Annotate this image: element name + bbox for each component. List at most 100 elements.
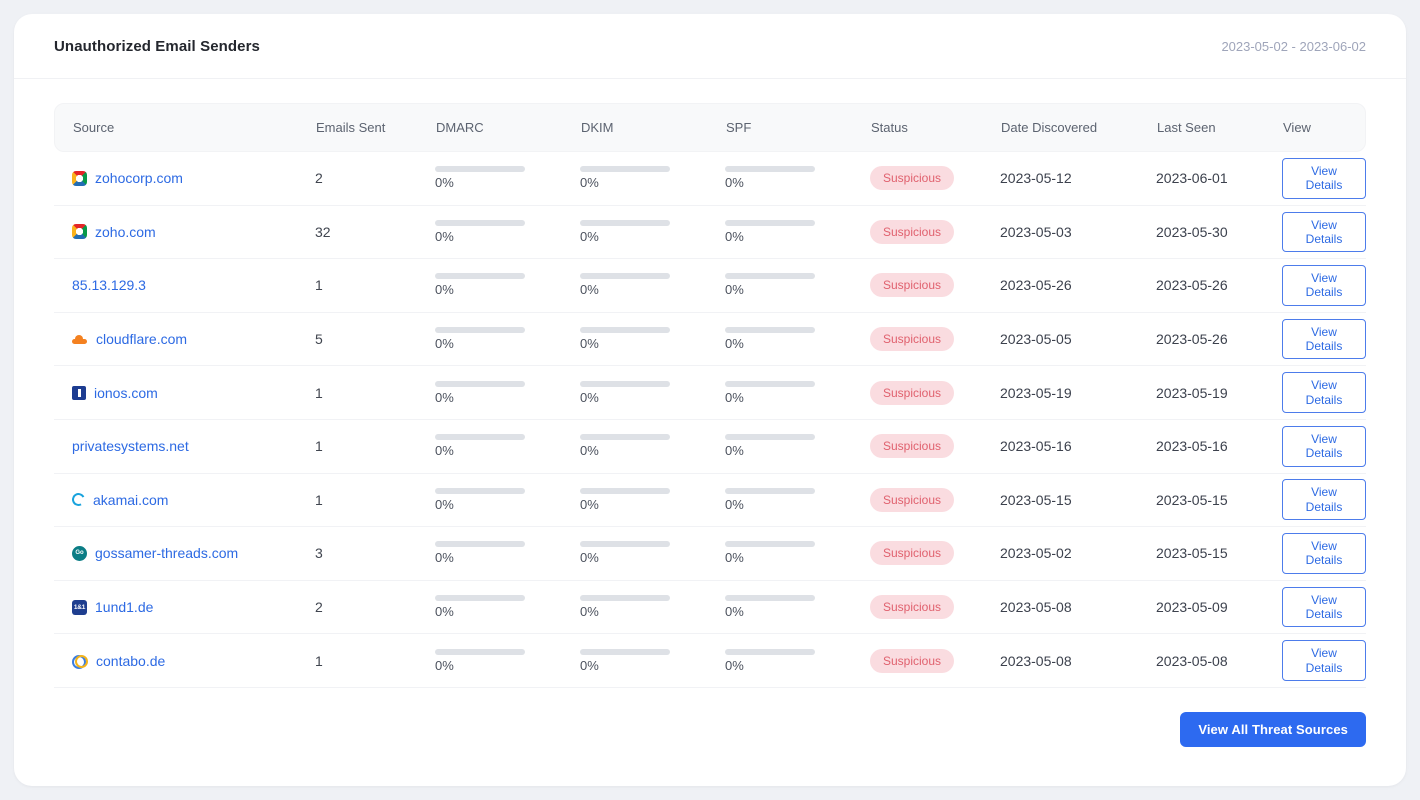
date-discovered-value: 2023-05-16 — [1000, 438, 1072, 455]
dmarc-meter-track — [435, 487, 525, 494]
table-row: zoho.com 32 0% 0% 0% Suspicious 2023-05-… — [54, 206, 1366, 260]
view-details-button[interactable]: View Details — [1282, 586, 1366, 628]
dmarc-meter-label: 0% — [435, 657, 454, 673]
last-seen-value: 2023-06-01 — [1156, 170, 1228, 187]
status-cell: Suspicious — [870, 434, 1000, 459]
date-discovered-value: 2023-05-02 — [1000, 545, 1072, 562]
status-badge: Suspicious — [870, 327, 955, 352]
last-seen-value: 2023-05-16 — [1156, 438, 1228, 455]
source-cell: privatesystems.net — [72, 438, 315, 454]
column-header-dkim: DKIM — [581, 120, 614, 135]
und1-icon: 1&1 — [72, 599, 87, 615]
column-header-spf: SPF — [726, 120, 752, 135]
table-row: 1&1 1und1.de 2 0% 0% 0% Suspicious 2023-… — [54, 581, 1366, 635]
view-cell: View Details — [1282, 425, 1366, 467]
source-link[interactable]: 1und1.de — [95, 599, 153, 615]
view-details-button[interactable]: View Details — [1282, 640, 1366, 682]
dkim-meter-track — [580, 595, 670, 602]
view-cell: View Details — [1282, 372, 1366, 414]
column-header-view: View — [1283, 120, 1311, 135]
source-link[interactable]: cloudflare.com — [96, 331, 187, 347]
source-link[interactable]: contabo.de — [96, 653, 165, 669]
spf-meter-label: 0% — [725, 496, 744, 512]
view-details-button[interactable]: View Details — [1282, 425, 1366, 467]
dkim-meter-track — [580, 166, 670, 173]
view-details-button[interactable]: View Details — [1282, 318, 1366, 360]
emails-sent-value: 1 — [315, 652, 323, 669]
dmarc-meter-track — [435, 327, 525, 334]
dkim-meter-track — [580, 273, 670, 280]
dkim-meter-label: 0% — [580, 282, 599, 298]
source-cell: Go gossamer-threads.com — [72, 545, 315, 561]
last-seen-value: 2023-05-08 — [1156, 652, 1228, 669]
table-row: Go gossamer-threads.com 3 0% 0% 0% Suspi… — [54, 527, 1366, 581]
dmarc-meter: 0% — [435, 648, 535, 673]
status-cell: Suspicious — [870, 273, 1000, 298]
emails-sent-value: 1 — [315, 491, 323, 508]
dkim-meter: 0% — [580, 648, 680, 673]
source-link[interactable]: gossamer-threads.com — [95, 545, 238, 561]
status-badge: Suspicious — [870, 219, 955, 244]
view-details-button[interactable]: View Details — [1282, 372, 1366, 414]
source-cell: ionos.com — [72, 385, 315, 401]
source-cell: cloudflare.com — [72, 331, 315, 347]
emails-sent-value: 3 — [315, 545, 323, 562]
dmarc-meter-track — [435, 595, 525, 602]
table-header-row: Source Emails Sent DMARC DKIM SPF Status… — [54, 103, 1366, 152]
date-range-label: 2023-05-02 - 2023-06-02 — [1221, 38, 1366, 54]
dkim-meter: 0% — [580, 487, 680, 512]
view-details-button[interactable]: View Details — [1282, 157, 1366, 199]
zoho-icon — [72, 224, 87, 240]
view-cell: View Details — [1282, 640, 1366, 682]
dkim-meter-track — [580, 434, 670, 441]
dkim-meter: 0% — [580, 595, 680, 619]
column-header-date-discovered: Date Discovered — [1001, 120, 1098, 135]
dmarc-meter-track — [435, 434, 525, 441]
source-link[interactable]: akamai.com — [93, 492, 168, 508]
date-discovered-value: 2023-05-08 — [1000, 599, 1072, 616]
source-cell: 85.13.129.3 — [72, 277, 315, 293]
spf-meter: 0% — [725, 487, 825, 512]
column-header-source: Source — [73, 120, 115, 135]
dkim-meter-track — [580, 487, 670, 494]
source-cell: akamai.com — [70, 491, 315, 509]
status-badge: Suspicious — [870, 434, 955, 459]
spf-meter-track — [725, 541, 815, 548]
spf-meter-track — [725, 434, 815, 441]
last-seen-value: 2023-05-15 — [1156, 545, 1228, 562]
spf-meter-label: 0% — [725, 228, 744, 244]
spf-meter-label: 0% — [725, 389, 744, 405]
dmarc-meter: 0% — [435, 219, 535, 244]
view-cell: View Details — [1282, 479, 1366, 521]
spf-meter: 0% — [725, 380, 825, 405]
spf-meter: 0% — [725, 166, 825, 190]
dkim-meter-track — [580, 219, 670, 226]
dmarc-meter: 0% — [435, 273, 535, 297]
view-details-button[interactable]: View Details — [1282, 211, 1366, 253]
source-link[interactable]: privatesystems.net — [72, 438, 189, 454]
source-link[interactable]: ionos.com — [94, 385, 158, 401]
view-details-button[interactable]: View Details — [1282, 479, 1366, 521]
view-all-threat-sources-button[interactable]: View All Threat Sources — [1180, 711, 1366, 747]
source-link[interactable]: zohocorp.com — [95, 170, 183, 186]
dmarc-meter-track — [435, 648, 525, 655]
dmarc-meter-label: 0% — [435, 175, 454, 191]
card-header: Unauthorized Email Senders 2023-05-02 - … — [14, 14, 1406, 79]
emails-sent-value: 1 — [315, 438, 323, 455]
source-link[interactable]: zoho.com — [95, 224, 156, 240]
status-cell: Suspicious — [870, 648, 1000, 673]
date-discovered-value: 2023-05-15 — [1000, 491, 1072, 508]
status-badge: Suspicious — [870, 595, 955, 620]
view-cell: View Details — [1282, 586, 1366, 628]
view-details-button[interactable]: View Details — [1282, 265, 1366, 306]
source-cell: zohocorp.com — [72, 170, 315, 186]
source-link[interactable]: 85.13.129.3 — [72, 277, 146, 293]
emails-sent-value: 2 — [315, 170, 323, 187]
view-details-button[interactable]: View Details — [1282, 533, 1366, 574]
emails-sent-value: 1 — [315, 384, 323, 401]
spf-meter: 0% — [725, 434, 825, 458]
dkim-meter-track — [580, 380, 670, 387]
dmarc-meter: 0% — [435, 380, 535, 405]
column-header-last-seen: Last Seen — [1157, 120, 1216, 135]
dmarc-meter: 0% — [435, 541, 535, 565]
